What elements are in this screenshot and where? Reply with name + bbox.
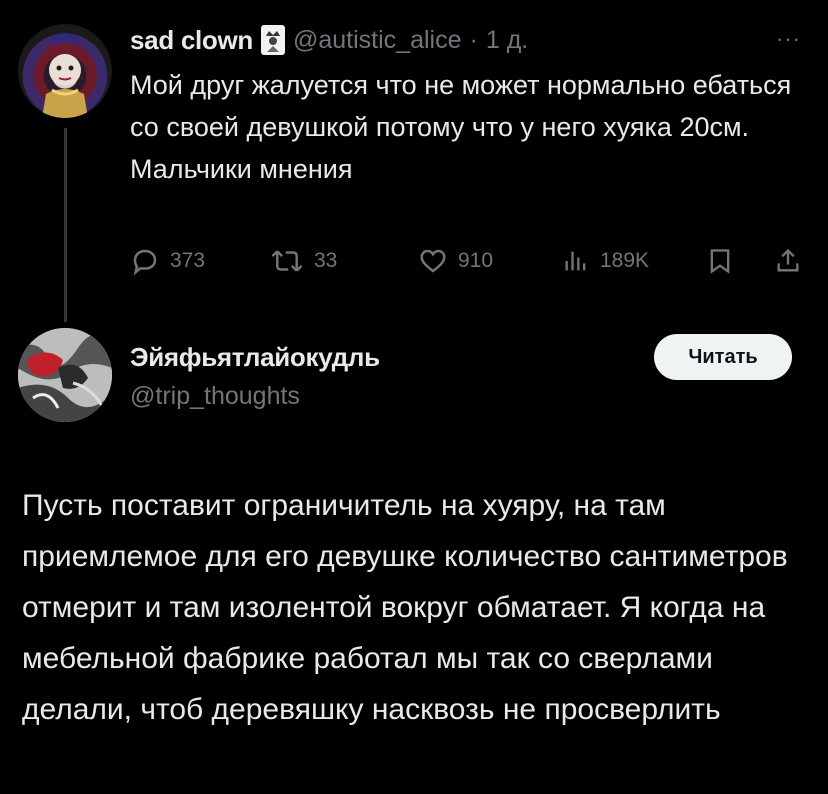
tweet-time[interactable]: 1 д. — [486, 26, 528, 55]
thread-connector-line — [64, 128, 67, 322]
like-button[interactable]: 910 — [418, 246, 493, 276]
jester-card-icon — [261, 25, 285, 55]
avatar-trip-thoughts[interactable] — [18, 328, 112, 422]
retweet-button[interactable]: 33 — [270, 246, 337, 276]
views-button[interactable]: 189K — [562, 246, 649, 276]
retweet-icon — [271, 250, 303, 272]
author-display-name[interactable]: sad clown — [130, 25, 253, 56]
share-button[interactable] — [774, 246, 802, 276]
avatar-art — [38, 33, 92, 118]
share-icon — [777, 248, 799, 272]
reply-author-handle[interactable]: @trip_thoughts — [130, 382, 300, 411]
tweet-text: Мой друг жалуется что не может нормально… — [130, 70, 792, 184]
views-icon — [565, 251, 586, 271]
tweet-header: sad clown @autistic_alice · 1 д. — [130, 22, 528, 58]
reply-count: 373 — [170, 249, 206, 272]
author-handle[interactable]: @autistic_alice — [293, 26, 462, 55]
views-count: 189K — [600, 249, 650, 272]
more-icon[interactable]: ··· — [776, 26, 801, 52]
avatar-sad-clown[interactable] — [18, 24, 112, 118]
reply-button[interactable]: 373 — [130, 246, 205, 276]
reply-icon — [133, 249, 157, 276]
retweet-count: 33 — [314, 249, 338, 272]
separator-dot: · — [469, 25, 478, 54]
bookmark-button[interactable] — [706, 246, 734, 276]
reply-text: Пусть поставит ограничитель на хуяру, на… — [22, 489, 788, 726]
like-icon — [420, 249, 446, 273]
like-count: 910 — [458, 249, 494, 272]
reply-author-display-name[interactable]: Эйяфьятлайокудль — [130, 342, 380, 373]
avatar-art — [18, 328, 112, 422]
follow-button[interactable]: Читать — [654, 334, 792, 380]
bookmark-icon — [710, 249, 730, 274]
